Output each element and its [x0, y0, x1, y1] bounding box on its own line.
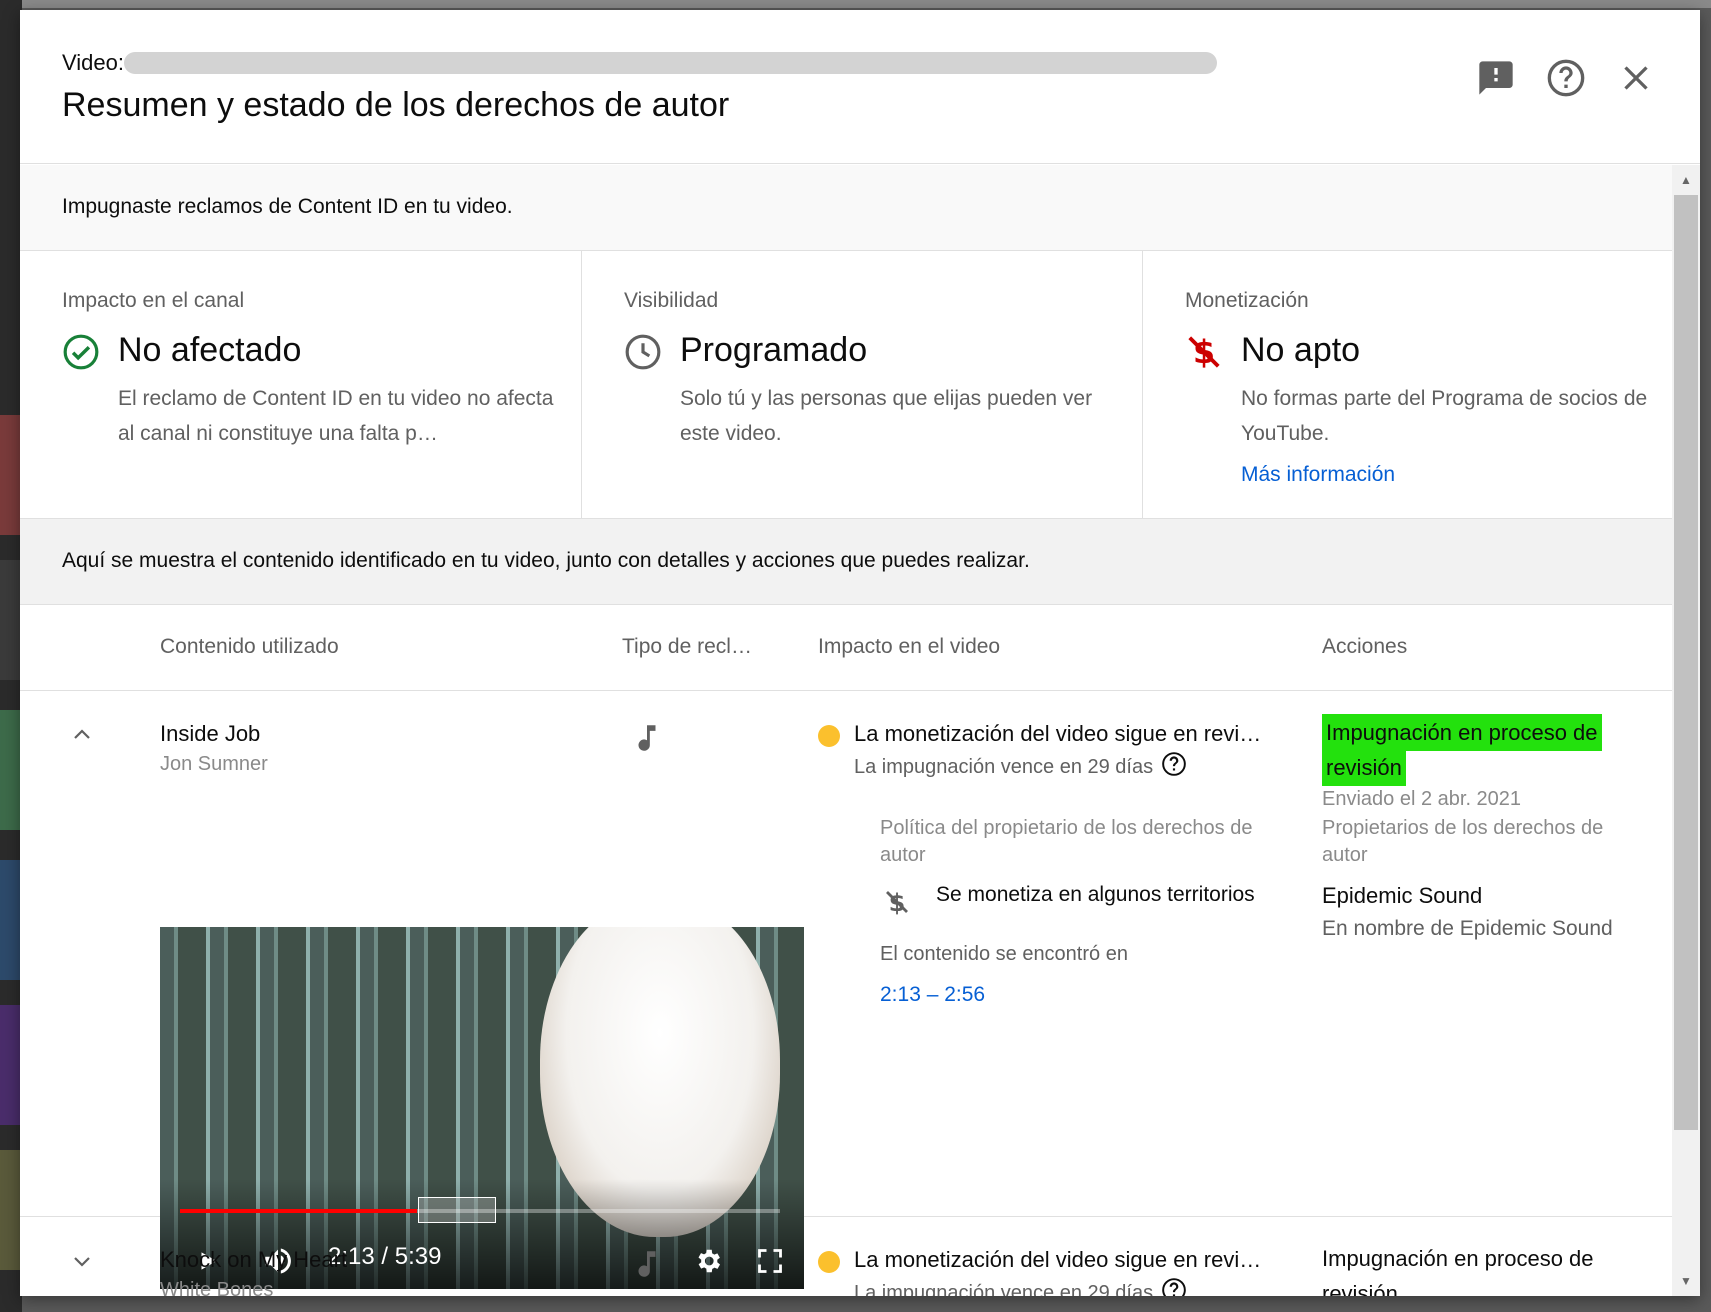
column-header-claim-type: Tipo de recl… [622, 635, 752, 658]
status-cards: Impacto en el canal No afectado El recla… [20, 251, 1672, 519]
card-visibility: Visibilidad Programado Solo tú y las per… [581, 251, 1142, 519]
no-dollar-icon: $ [882, 887, 916, 921]
scroll-up-arrow-icon[interactable]: ▲ [1672, 167, 1700, 193]
scroll-down-arrow-icon[interactable]: ▼ [1672, 1268, 1700, 1294]
action-status-text: Impugnación en proceso de revisión [1322, 714, 1602, 786]
no-dollar-icon: $ [1185, 333, 1223, 371]
owner-name: Epidemic Sound [1322, 883, 1483, 908]
dispute-notice: Impugnaste reclamos de Content ID en tu … [20, 165, 1672, 251]
owner-sub: En nombre de Epidemic Sound [1322, 917, 1613, 940]
impact-deadline: La impugnación vence en 29 días [854, 751, 1187, 783]
card-label: Monetización [1185, 289, 1309, 312]
card-description: No formas parte del Programa de socios d… [1241, 387, 1648, 445]
content-title: Inside Job [160, 721, 261, 746]
dispute-notice-text: Impugnaste reclamos de Content ID en tu … [62, 195, 513, 218]
impact-deadline-text: La impugnación vence en 29 días [854, 1281, 1154, 1297]
owners-label: Propietarios de los derechos de autor [1322, 817, 1604, 866]
help-icon[interactable] [1540, 52, 1592, 104]
card-value: Programado [680, 331, 868, 369]
policy-label: Política del propietario de los derechos… [880, 817, 1253, 866]
impact-deadline: La impugnación vence en 29 días [854, 1277, 1187, 1296]
impact-status: La monetización del video sigue en revi… [854, 721, 1262, 746]
table-row: Knock on My Heart White Bones La monetiz… [20, 1217, 1672, 1296]
impact-status: La monetización del video sigue en revi… [854, 1247, 1262, 1272]
found-label: El contenido se encontró en [880, 943, 1128, 965]
table-row: Inside Job Jon Sumner La monetización de… [20, 691, 1672, 1289]
action-sent-date: Enviado el 2 abr. 2021 [1322, 788, 1522, 810]
column-header-content: Contenido utilizado [160, 635, 339, 658]
progress-fill [180, 1209, 417, 1213]
content-intro-text: Aquí se muestra el contenido identificad… [62, 549, 1030, 572]
card-label: Impacto en el canal [62, 289, 245, 312]
card-value: No apto [1241, 331, 1361, 369]
scrollbar-thumb[interactable] [1674, 195, 1698, 1130]
card-label: Visibilidad [624, 289, 719, 312]
progress-bar[interactable] [180, 1197, 780, 1223]
status-dot [818, 1251, 840, 1273]
action-status: Impugnación en proceso de revisión [1322, 714, 1642, 786]
close-icon[interactable] [1610, 52, 1662, 104]
clock-icon [624, 333, 662, 371]
policy-value: Se monetiza en algunos territorios [936, 883, 1255, 906]
help-icon[interactable] [1161, 751, 1187, 783]
redacted-video-title [124, 52, 1217, 74]
content-artist: White Bones [160, 1279, 274, 1296]
chevron-down-icon[interactable] [64, 1243, 100, 1279]
check-circle-icon [62, 333, 100, 371]
card-channel-impact: Impacto en el canal No afectado El recla… [20, 251, 581, 519]
content-intro: Aquí se muestra el contenido identificad… [20, 519, 1672, 605]
status-dot [818, 725, 840, 747]
dialog-title: Resumen y estado de los derechos de auto… [62, 86, 730, 124]
found-range-link[interactable]: 2:13 – 2:56 [880, 983, 985, 1007]
more-info-link[interactable]: Más información [1241, 463, 1395, 487]
content-title: Knock on My Heart [160, 1247, 348, 1272]
dialog-scrollbar[interactable]: ▲ ▼ [1672, 165, 1700, 1296]
card-monetization: Monetización $ No apto No formas parte d… [1142, 251, 1672, 519]
background-bar [0, 0, 1711, 8]
music-note-icon [630, 1247, 664, 1281]
dialog-content[interactable]: Impugnaste reclamos de Content ID en tu … [20, 165, 1672, 1296]
help-icon[interactable] [1161, 1277, 1187, 1296]
copyright-dialog: Video: Resumen y estado de los derechos … [20, 10, 1700, 1296]
background-thumbnail-strip [0, 0, 22, 1312]
action-status: Impugnación en proceso de revisión [1322, 1246, 1594, 1296]
card-description: Solo tú y las personas que elijas pueden… [680, 387, 1093, 445]
table-header: Contenido utilizado Tipo de recl… Impact… [20, 605, 1672, 691]
card-value: No afectado [118, 331, 302, 369]
feedback-icon[interactable] [1470, 52, 1522, 104]
impact-deadline-text: La impugnación vence en 29 días [854, 755, 1154, 778]
video-label: Video: [62, 50, 124, 75]
chevron-up-icon[interactable] [64, 717, 100, 753]
content-artist: Jon Sumner [160, 753, 268, 775]
music-note-icon [630, 721, 664, 755]
column-header-impact: Impacto en el video [818, 635, 1001, 658]
column-header-actions: Acciones [1322, 635, 1408, 658]
dialog-header: Video: Resumen y estado de los derechos … [20, 10, 1700, 164]
card-description: El reclamo de Content ID en tu video no … [118, 387, 554, 445]
